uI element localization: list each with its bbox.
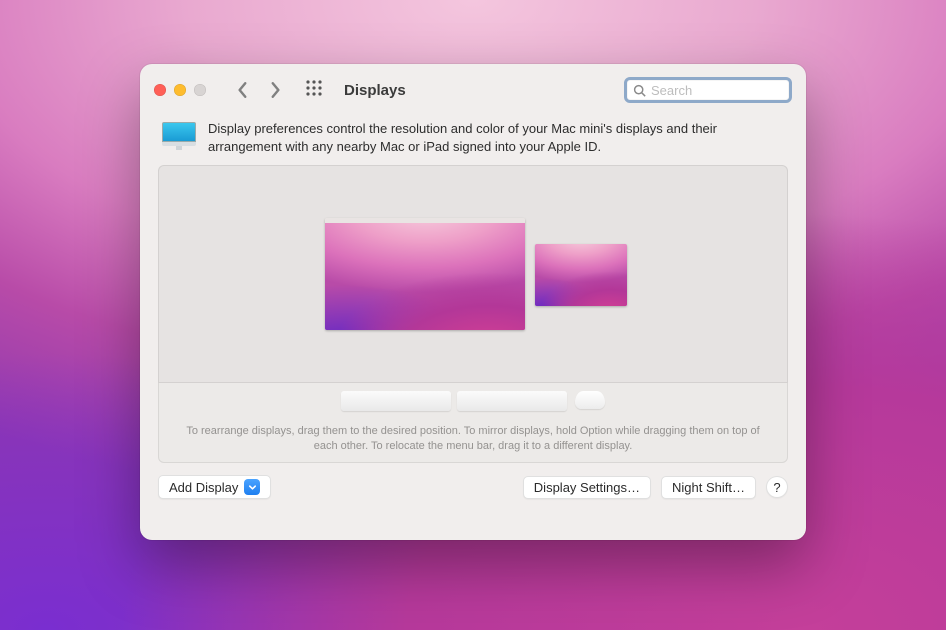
search-icon [633, 84, 646, 97]
window-traffic-lights [154, 84, 206, 96]
desktop-background: Displays Display preferences control the… [0, 0, 946, 630]
intro-row: Display preferences control the resoluti… [158, 116, 788, 165]
close-icon[interactable] [154, 84, 166, 96]
arrangement-area[interactable] [158, 165, 788, 383]
back-button[interactable] [236, 81, 250, 99]
arrangement-footer: To rearrange displays, drag them to the … [158, 383, 788, 463]
help-button[interactable]: ? [766, 476, 788, 498]
keyboard-icon [341, 391, 451, 411]
night-shift-button[interactable]: Night Shift… [661, 476, 756, 499]
zoom-icon[interactable] [194, 84, 206, 96]
window-toolbar: Displays [140, 64, 806, 116]
window-body: Display preferences control the resoluti… [140, 116, 806, 540]
displays-window: Displays Display preferences control the… [140, 64, 806, 540]
search-input[interactable] [651, 83, 783, 98]
arrangement-hint: To rearrange displays, drag them to the … [183, 424, 763, 454]
add-display-button[interactable]: Add Display [158, 475, 271, 499]
display-icon [162, 122, 196, 148]
forward-button[interactable] [268, 81, 282, 99]
chevron-down-icon [244, 479, 260, 495]
show-all-icon[interactable] [306, 80, 322, 101]
minimize-icon[interactable] [174, 84, 186, 96]
display-thumbnail-secondary[interactable] [535, 244, 627, 306]
keyboard-icon [457, 391, 567, 411]
mouse-icon [575, 391, 605, 409]
footer-row: Add Display Display Settings… Night Shif… [158, 463, 788, 499]
intro-text: Display preferences control the resoluti… [208, 120, 784, 155]
nav-buttons [236, 81, 282, 99]
search-field[interactable] [624, 77, 792, 103]
window-title: Displays [344, 82, 406, 99]
add-display-label: Add Display [169, 480, 238, 495]
peripherals-graphic [159, 391, 787, 417]
display-thumbnail-main[interactable] [325, 218, 525, 330]
display-settings-button[interactable]: Display Settings… [523, 476, 651, 499]
